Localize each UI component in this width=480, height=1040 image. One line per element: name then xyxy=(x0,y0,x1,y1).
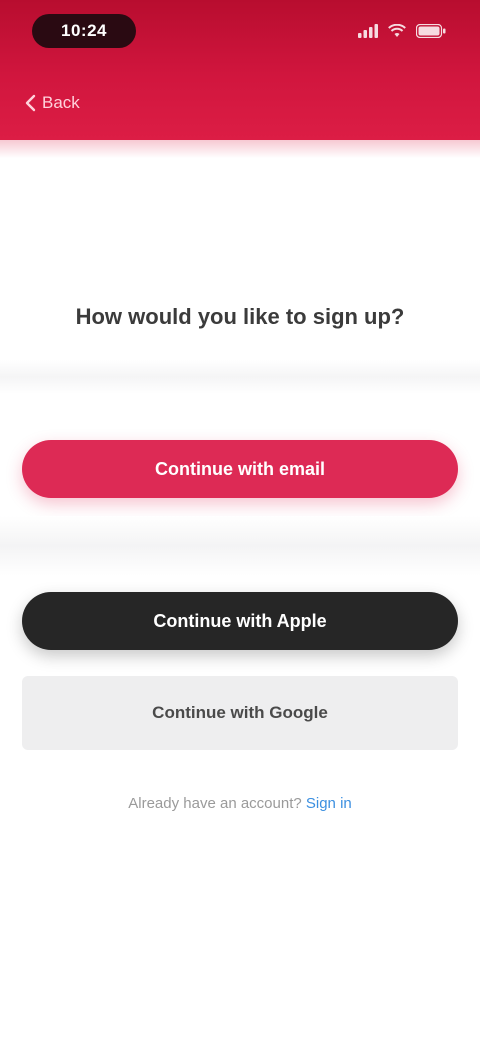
continue-email-label: Continue with email xyxy=(154,458,325,479)
divider-band xyxy=(0,516,480,576)
status-time: 10:24 xyxy=(32,14,136,48)
status-bar: 10:24 xyxy=(0,0,480,60)
signup-screen: 10:24 Back How would you like to sign up… xyxy=(0,0,480,1040)
battery-icon xyxy=(416,24,446,38)
continue-email-button[interactable]: Continue with email xyxy=(22,440,458,498)
chevron-left-icon xyxy=(24,94,36,112)
continue-google-label: Continue with Google xyxy=(152,703,328,722)
header-shadow xyxy=(0,132,480,158)
signal-icon xyxy=(358,24,378,38)
signin-link[interactable]: Sign in xyxy=(306,795,352,812)
page-title: How would you like to sign up? xyxy=(75,304,405,329)
status-icons xyxy=(358,20,446,42)
divider-band xyxy=(0,360,480,394)
wifi-icon xyxy=(388,24,406,38)
back-button[interactable]: Back xyxy=(24,88,80,118)
signin-prompt: Already have an account? xyxy=(128,795,302,812)
continue-apple-label: Continue with Apple xyxy=(153,610,327,631)
app-header: 10:24 Back xyxy=(0,0,480,140)
back-label: Back xyxy=(42,93,80,112)
signin-row: Already have an account? Sign in xyxy=(40,790,440,818)
continue-apple-button[interactable]: Continue with Apple xyxy=(22,592,458,650)
continue-google-button[interactable]: Continue with Google xyxy=(22,676,458,750)
